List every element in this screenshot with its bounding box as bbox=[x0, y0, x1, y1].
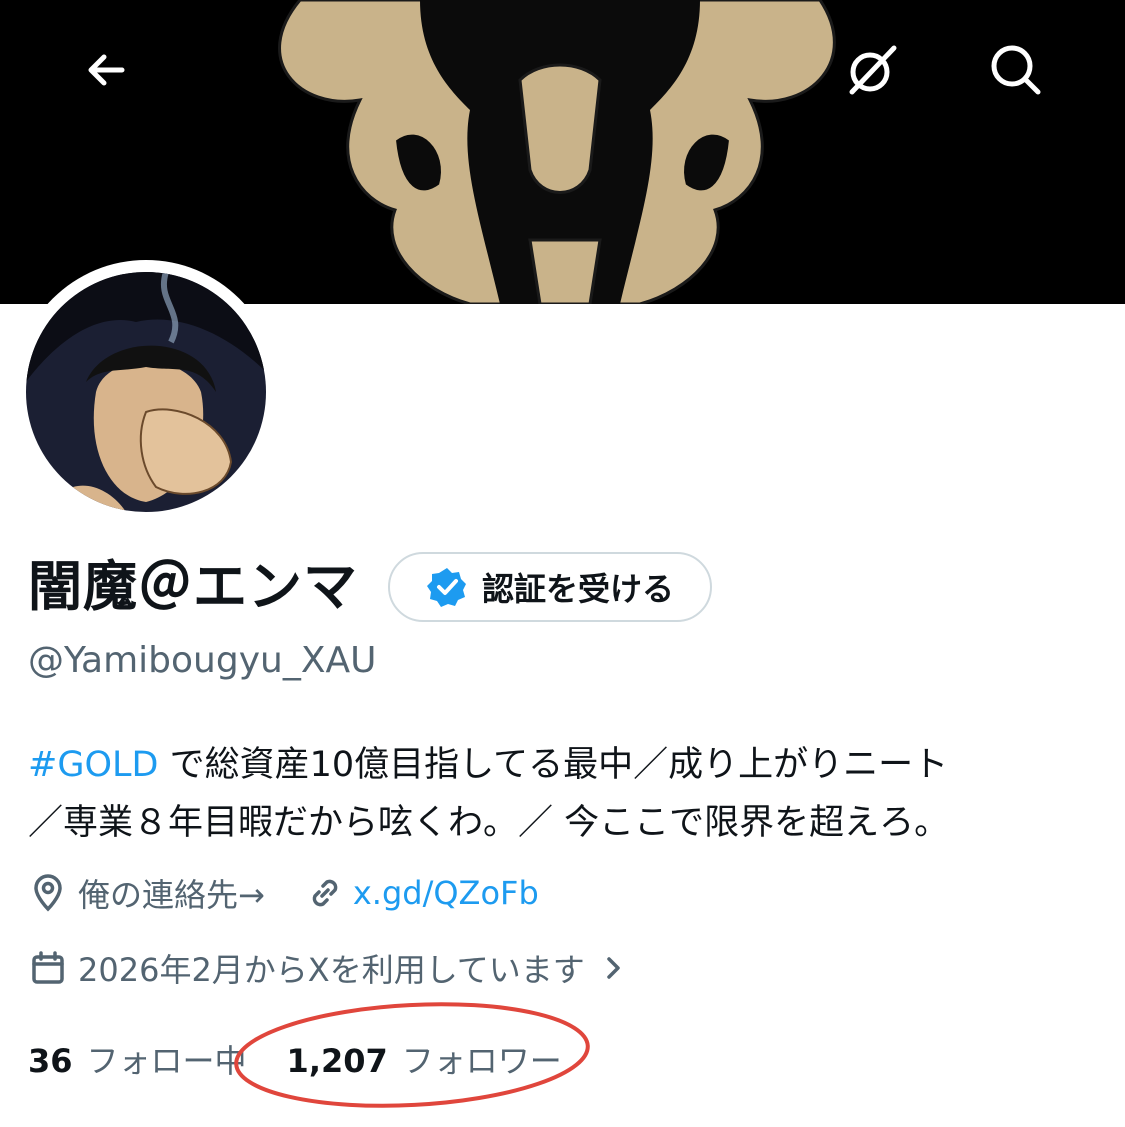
follow-stats: 36 フォロー中 1,207 フォロワー bbox=[28, 1036, 562, 1082]
chevron-right-icon bbox=[607, 957, 620, 979]
grok-icon bbox=[849, 45, 897, 95]
website-link[interactable]: x.gd/QZoFb bbox=[353, 874, 539, 912]
get-verified-label: 認証を受ける bbox=[482, 570, 675, 608]
name-row: 闇魔＠エンマ 認証を受ける bbox=[28, 552, 713, 622]
verified-badge-icon bbox=[427, 568, 466, 607]
followers-label: フォロワー bbox=[401, 1042, 562, 1080]
arrow-left-icon bbox=[88, 54, 125, 86]
following-label: フォロー中 bbox=[86, 1042, 247, 1080]
followers-link[interactable]: 1,207 フォロワー bbox=[287, 1036, 562, 1082]
get-verified-button[interactable]: 認証を受ける bbox=[388, 552, 713, 622]
display-name: 闇魔＠エンマ bbox=[28, 555, 358, 618]
link-icon bbox=[312, 879, 338, 907]
banner-emblem-image bbox=[278, 0, 836, 304]
search-button[interactable] bbox=[976, 30, 1056, 110]
user-handle: @Yamibougyu_XAU bbox=[28, 640, 377, 681]
followers-count: 1,207 bbox=[286, 1042, 388, 1080]
profile-bio: #GOLD で総資産10億目指してる最中／成り上がりニート ／専業８年目暇だから… bbox=[28, 736, 1088, 852]
avatar[interactable] bbox=[26, 272, 266, 512]
bio-hashtag-link[interactable]: #GOLD bbox=[28, 745, 158, 785]
joined-date-row[interactable]: 2026年2月からXを利用しています bbox=[28, 945, 627, 991]
bio-line-1: #GOLD で総資産10億目指してる最中／成り上がりニート bbox=[28, 736, 1088, 794]
following-link[interactable]: 36 フォロー中 bbox=[28, 1036, 247, 1082]
avatar-frame bbox=[14, 260, 278, 524]
search-icon bbox=[991, 45, 1041, 95]
following-count: 36 bbox=[28, 1042, 73, 1080]
joined-date-text: 2026年2月からXを利用しています bbox=[78, 951, 585, 989]
location-pin-icon bbox=[34, 874, 62, 912]
bio-line-1-text: で総資産10億目指してる最中／成り上がりニート bbox=[158, 745, 949, 785]
calendar-icon bbox=[32, 951, 64, 984]
avatar-image bbox=[26, 272, 266, 512]
profile-banner[interactable] bbox=[0, 0, 1125, 304]
grok-button[interactable] bbox=[832, 30, 912, 110]
bio-line-2: ／専業８年目暇だから呟くわ。／ 今ここで限界を超えろ。 bbox=[28, 803, 950, 843]
location-text: 俺の連絡先→ bbox=[78, 876, 265, 914]
back-button[interactable] bbox=[66, 30, 146, 110]
profile-meta-row: 俺の連絡先→ x.gd/QZoFb bbox=[28, 870, 539, 916]
